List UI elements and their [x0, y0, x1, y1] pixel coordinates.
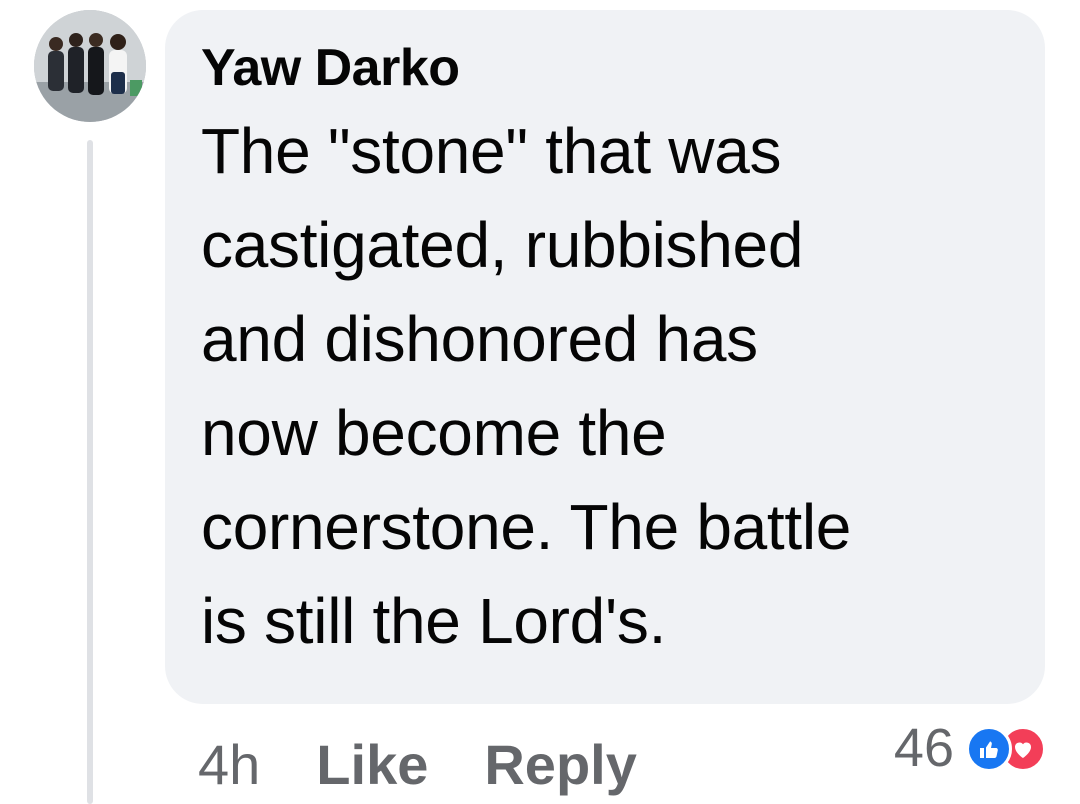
- comment-timestamp[interactable]: 4h: [198, 732, 260, 797]
- avatar-photo-icon: [34, 10, 146, 122]
- comment-bubble: Yaw Darko The "stone" that was castigate…: [165, 10, 1045, 704]
- comment-text: The "stone" that was castigated, rubbish…: [201, 104, 1009, 668]
- reply-button[interactable]: Reply: [484, 732, 637, 797]
- avatar[interactable]: [34, 10, 146, 122]
- comment-line: and dishonored has: [201, 303, 758, 375]
- like-button[interactable]: Like: [316, 732, 428, 797]
- reaction-icons: [966, 726, 1046, 772]
- like-icon: [966, 726, 1012, 772]
- comment-thread: Yaw Darko The "stone" that was castigate…: [0, 0, 1080, 804]
- comment-line: is still the Lord's.: [201, 585, 667, 657]
- comment-line: The "stone" that was: [201, 115, 782, 187]
- reaction-count: 46: [893, 718, 954, 778]
- comment-line: castigated, rubbished: [201, 209, 804, 281]
- comment-line: now become the: [201, 397, 667, 469]
- comment-actions: 4h Like Reply: [198, 724, 637, 804]
- reaction-summary[interactable]: 46: [893, 716, 1046, 780]
- comment-line: cornerstone. The battle: [201, 491, 852, 563]
- thread-line: [87, 140, 93, 804]
- comment-author[interactable]: Yaw Darko: [201, 36, 1009, 100]
